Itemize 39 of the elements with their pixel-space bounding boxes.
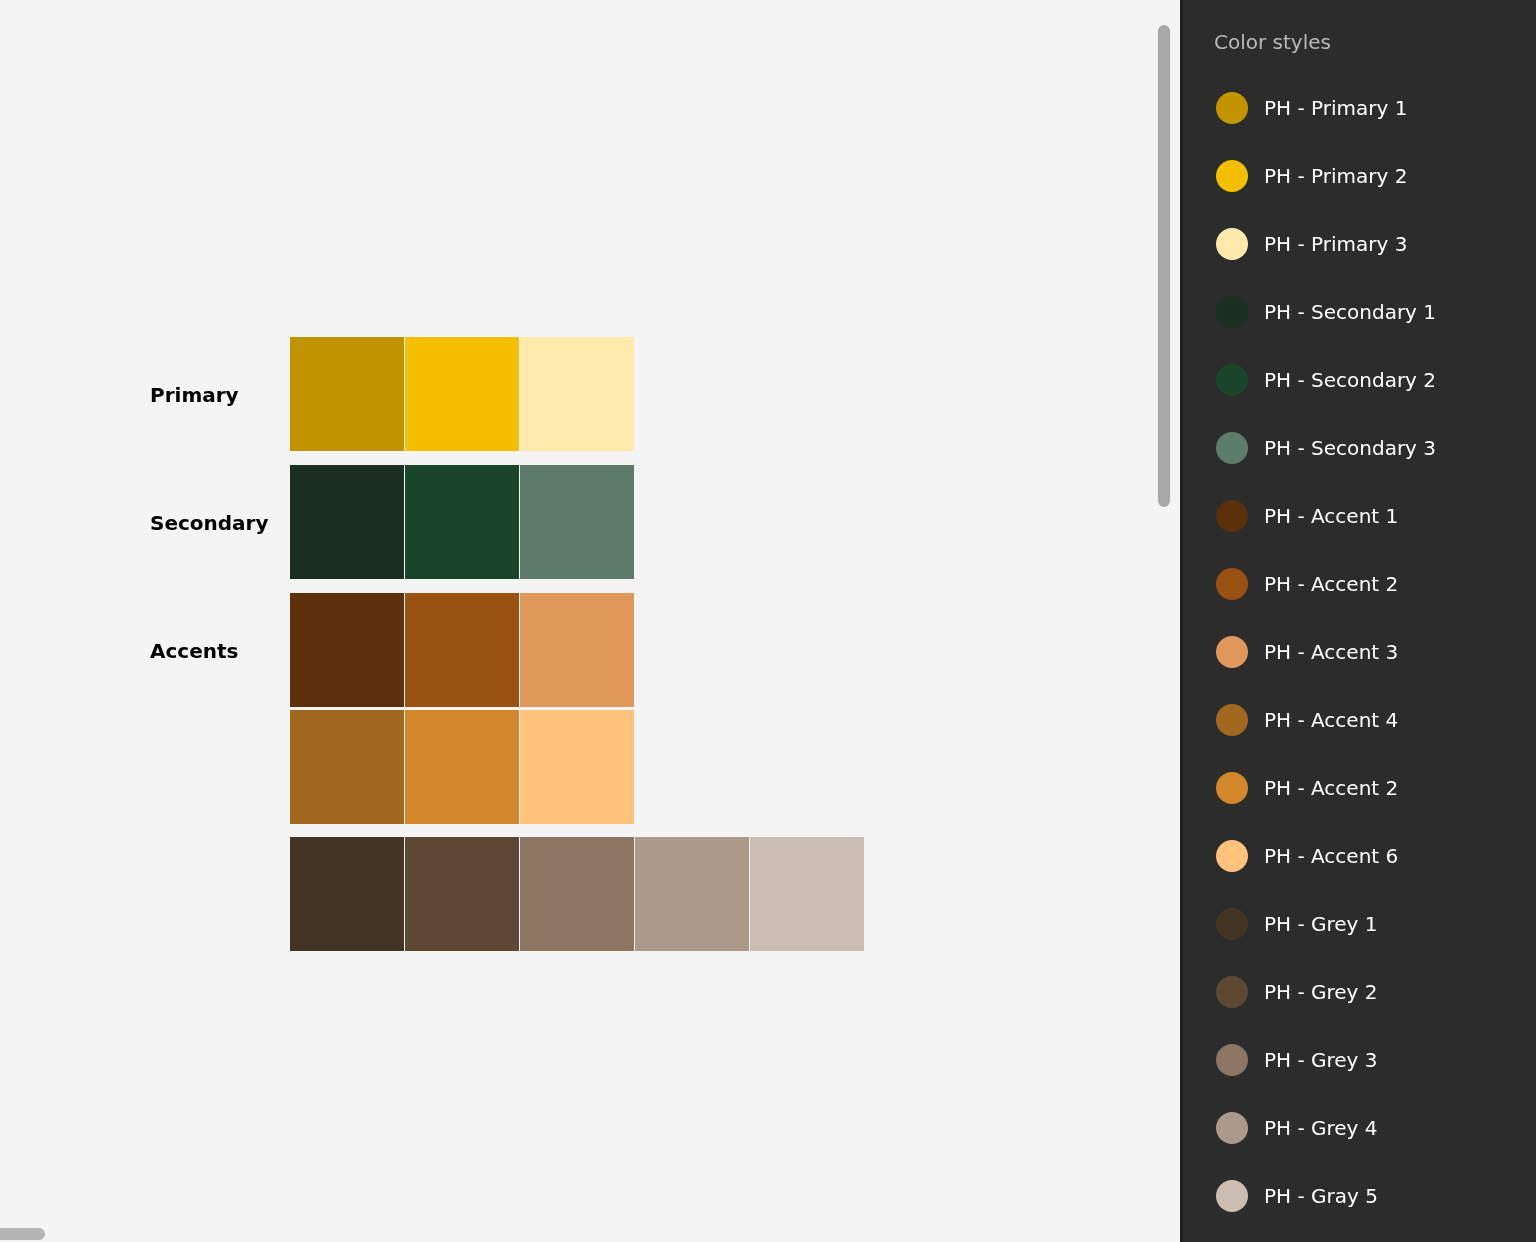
- color-dot[interactable]: [1216, 1112, 1248, 1144]
- color-dot[interactable]: [1216, 772, 1248, 804]
- color-dot[interactable]: [1216, 432, 1248, 464]
- color-dot[interactable]: [1216, 840, 1248, 872]
- color-style-name[interactable]: PH - Accent 1: [1264, 504, 1399, 528]
- color-dot[interactable]: [1216, 976, 1248, 1008]
- color-style-name[interactable]: PH - Grey 4: [1264, 1116, 1378, 1140]
- color-style-name[interactable]: PH - Primary 1: [1264, 96, 1408, 120]
- color-style-name[interactable]: PH - Grey 2: [1264, 980, 1378, 1004]
- color-dot[interactable]: [1216, 908, 1248, 940]
- color-style-name[interactable]: PH - Accent 2: [1264, 572, 1399, 596]
- color-dot[interactable]: [1216, 568, 1248, 600]
- color-style-name[interactable]: PH - Accent 6: [1264, 844, 1399, 868]
- color-dot[interactable]: [1216, 92, 1248, 124]
- group-label: Primary: [150, 382, 239, 407]
- color-style-name[interactable]: PH - Primary 2: [1264, 164, 1408, 188]
- color-style-name[interactable]: PH - Secondary 3: [1264, 436, 1437, 460]
- color-dot[interactable]: [1216, 500, 1248, 532]
- color-dot[interactable]: [1216, 704, 1248, 736]
- color-style-name[interactable]: PH - Grey 1: [1264, 912, 1378, 936]
- color-style-name[interactable]: PH - Accent 2: [1264, 776, 1399, 800]
- color-style-name[interactable]: PH - Primary 3: [1264, 232, 1408, 256]
- group-label: Accents: [150, 638, 239, 663]
- color-dot[interactable]: [1216, 228, 1248, 260]
- color-dot[interactable]: [1216, 1180, 1248, 1212]
- horizontal-scrollbar[interactable]: [0, 1228, 45, 1240]
- color-style-name[interactable]: PH - Grey 3: [1264, 1048, 1378, 1072]
- color-style-name[interactable]: PH - Accent 4: [1264, 708, 1399, 732]
- color-style-name[interactable]: PH - Gray 5: [1264, 1184, 1378, 1208]
- color-style-name[interactable]: PH - Secondary 1: [1264, 300, 1437, 324]
- color-dot[interactable]: [1216, 636, 1248, 668]
- color-style-name[interactable]: PH - Secondary 2: [1264, 368, 1437, 392]
- color-dot[interactable]: [1216, 1044, 1248, 1076]
- color-dot[interactable]: [1216, 160, 1248, 192]
- color-dot[interactable]: [1216, 364, 1248, 396]
- group-label: Secondary: [150, 510, 269, 535]
- panel-title: Color styles: [1214, 29, 1332, 56]
- vertical-scrollbar[interactable]: [1158, 25, 1170, 507]
- color-style-name[interactable]: PH - Accent 3: [1264, 640, 1399, 664]
